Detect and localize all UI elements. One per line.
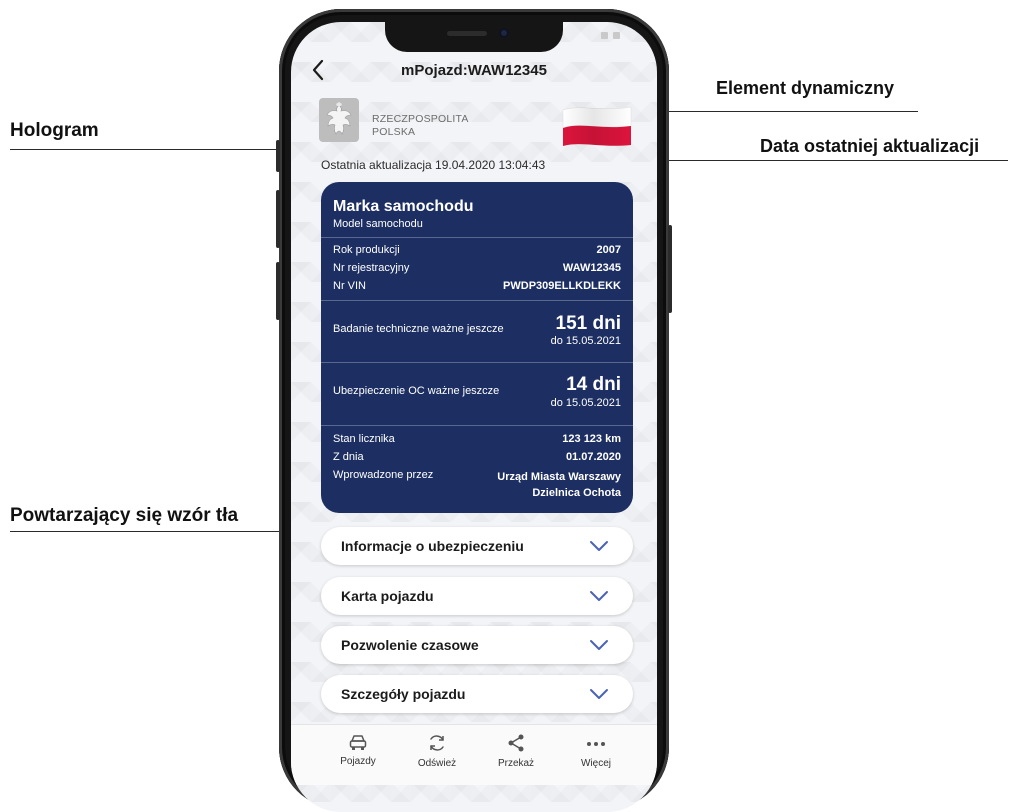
accordion-informacje-o-ubezpieczeniu[interactable]: Informacje o ubezpieczeniu bbox=[321, 527, 633, 565]
row-value: WAW12345 bbox=[562, 262, 621, 274]
badanie-date: do 15.05.2021 bbox=[550, 335, 621, 347]
nav-label: Odśwież bbox=[417, 758, 457, 769]
wprowadzone-line-2: Dzielnica Ochota bbox=[532, 487, 621, 499]
callout-hologram: Hologram bbox=[10, 120, 99, 141]
status-indicators bbox=[601, 32, 620, 39]
camera-icon bbox=[499, 28, 509, 38]
side-button-mute bbox=[276, 140, 280, 172]
accordion-label: Szczegóły pojazdu bbox=[341, 686, 466, 702]
oc-value: 14 dni bbox=[566, 374, 621, 395]
divider bbox=[321, 362, 633, 363]
divider bbox=[321, 300, 633, 301]
badanie-label: Badanie techniczne ważne jeszcze bbox=[333, 323, 504, 335]
hologram-emblem bbox=[319, 98, 359, 142]
row-value: 01.07.2020 bbox=[565, 451, 621, 463]
vehicle-card: Marka samochodu Model samochodu Rok prod… bbox=[321, 182, 633, 513]
badanie-value: 151 dni bbox=[555, 313, 621, 334]
bottom-navigation: Pojazdy Odśwież Przekaż Więcej bbox=[291, 724, 657, 785]
emblem-line-1: RZECZPOSPOLITA bbox=[372, 113, 469, 125]
callout-data-aktualizacji: Data ostatniej aktualizacji bbox=[760, 136, 980, 156]
side-button-volume-up bbox=[276, 190, 280, 248]
accordion-szczegoly-pojazdu[interactable]: Szczegóły pojazdu bbox=[321, 675, 633, 713]
phone-screen: mPojazd:WAW12345 RZECZPOSPOLITA POLSKA O… bbox=[291, 22, 657, 812]
accordion-karta-pojazdu[interactable]: Karta pojazdu bbox=[321, 577, 633, 615]
share-icon bbox=[508, 734, 524, 752]
wprowadzone-value: Urząd Miasta Warszawy Dzielnica Ochota bbox=[497, 469, 621, 501]
row-value: PWDP309ELLKDLEKK bbox=[503, 280, 621, 292]
nav-pojazdy[interactable]: Pojazdy bbox=[323, 733, 393, 767]
nav-label: Więcej bbox=[580, 758, 611, 769]
nav-label: Przekaż bbox=[497, 758, 535, 769]
callout-line-wzor-tla bbox=[10, 531, 323, 532]
side-button-power bbox=[668, 225, 672, 313]
nav-label: Pojazdy bbox=[340, 756, 376, 767]
row-label: Nr VIN bbox=[333, 280, 366, 292]
vehicle-brand: Marka samochodu bbox=[333, 198, 474, 215]
speaker bbox=[447, 31, 487, 36]
wprowadzone-label: Wprowadzone przez bbox=[333, 469, 434, 481]
emblem-text: RZECZPOSPOLITA POLSKA bbox=[372, 113, 469, 139]
page-title: mPojazd:WAW12345 bbox=[401, 62, 547, 79]
accordion-label: Karta pojazdu bbox=[341, 588, 434, 604]
row-label: Nr rejestracyjny bbox=[333, 262, 410, 274]
chevron-down-icon bbox=[590, 591, 608, 601]
last-update-text: Ostatnia aktualizacja 19.04.2020 13:04:4… bbox=[321, 158, 546, 172]
info-row-z-dnia: Z dnia 01.07.2020 bbox=[333, 451, 621, 468]
row-label: Z dnia bbox=[333, 451, 364, 463]
oc-label: Ubezpieczenie OC ważne jeszcze bbox=[333, 385, 500, 397]
more-icon bbox=[587, 742, 605, 746]
callout-line-element-dynamiczny bbox=[640, 111, 918, 112]
chevron-down-icon bbox=[590, 541, 608, 551]
polish-flag bbox=[562, 106, 632, 146]
callout-wzor-tla: Powtarzający się wzór tła bbox=[10, 505, 239, 526]
callout-element-dynamiczny: Element dynamiczny bbox=[716, 78, 895, 98]
eagle-icon bbox=[326, 102, 352, 135]
row-value: 2007 bbox=[596, 244, 621, 256]
accordion-label: Informacje o ubezpieczeniu bbox=[341, 538, 524, 554]
notch bbox=[385, 22, 563, 52]
row-label: Rok produkcji bbox=[333, 244, 400, 256]
wprowadzone-line-1: Urząd Miasta Warszawy bbox=[497, 471, 621, 483]
info-row-rejestracja: Nr rejestracyjny WAW12345 bbox=[333, 262, 621, 279]
info-row-licznik: Stan licznika 123 123 km bbox=[333, 433, 621, 450]
emblem-line-2: POLSKA bbox=[372, 126, 416, 138]
divider bbox=[321, 237, 633, 238]
refresh-icon bbox=[430, 735, 444, 751]
chevron-down-icon bbox=[590, 640, 608, 650]
nav-wiecej[interactable]: Więcej bbox=[561, 733, 631, 769]
accordion-label: Pozwolenie czasowe bbox=[341, 637, 479, 653]
accordion-pozwolenie-czasowe[interactable]: Pozwolenie czasowe bbox=[321, 626, 633, 664]
vehicle-model: Model samochodu bbox=[333, 218, 423, 230]
car-icon bbox=[349, 735, 367, 750]
info-row-rok: Rok produkcji 2007 bbox=[333, 244, 621, 261]
side-button-volume-down bbox=[276, 262, 280, 320]
nav-przekaz[interactable]: Przekaż bbox=[481, 733, 551, 769]
row-label: Stan licznika bbox=[333, 433, 395, 445]
oc-date: do 15.05.2021 bbox=[550, 397, 621, 409]
info-row-vin: Nr VIN PWDP309ELLKDLEKK bbox=[333, 280, 621, 297]
divider bbox=[321, 425, 633, 426]
nav-odswiez[interactable]: Odśwież bbox=[402, 733, 472, 769]
chevron-down-icon bbox=[590, 689, 608, 699]
row-value: 123 123 km bbox=[562, 433, 621, 445]
